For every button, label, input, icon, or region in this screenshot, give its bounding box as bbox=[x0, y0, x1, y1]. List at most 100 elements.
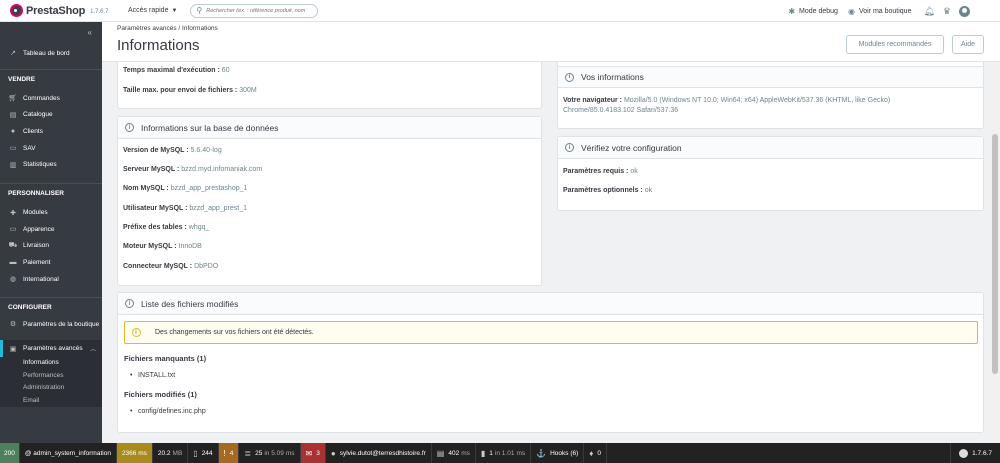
mysql-row: Nom MySQL : bzzd_app_prestashop_1 bbox=[118, 185, 247, 192]
eye-icon: ◉ bbox=[847, 6, 855, 16]
brand-name: PrestaShop bbox=[26, 4, 86, 17]
sidebar-item-label: Tableau de bord bbox=[23, 49, 70, 57]
user-email: sylvie.dutot@terresdhistoire.fr bbox=[339, 449, 426, 457]
sidebar-item-customers[interactable]: ● Clients bbox=[0, 123, 102, 140]
memory-value: 20.2 bbox=[157, 449, 171, 457]
warning-info-icon: i bbox=[131, 328, 141, 337]
sidebar-item-catalog[interactable]: ▤ Catalogue bbox=[0, 106, 102, 123]
quick-access-label: Accès rapide bbox=[128, 7, 169, 14]
hooks-panel[interactable]: ⚓ Hooks (6) bbox=[531, 443, 585, 463]
quick-access-dropdown[interactable]: Accès rapide ▼ bbox=[128, 7, 177, 14]
optional-params-label: Paramètres optionnels : bbox=[563, 187, 643, 194]
sidebar-item-shipping[interactable]: ⛟ Livraison bbox=[0, 237, 102, 254]
queries-unit: ms bbox=[285, 449, 295, 457]
database-icon: ≣ bbox=[244, 448, 252, 458]
sidebar: « ↗ Tableau de bord VENDRE 🛒︎ Commandes … bbox=[0, 22, 102, 443]
mysql-row-label: Moteur MySQL : bbox=[123, 243, 177, 250]
sidebar-item-label: Modules bbox=[23, 209, 48, 216]
chat-icon: ▭ bbox=[9, 145, 17, 152]
debug-mode-link[interactable]: ✱ Mode debug bbox=[788, 7, 838, 16]
sidebar-item-orders[interactable]: 🛒︎ Commandes bbox=[0, 90, 102, 106]
credit-card-icon: ▬ bbox=[9, 259, 17, 266]
user-avatar-icon[interactable] bbox=[959, 5, 970, 17]
route-name[interactable]: @ admin_system_information bbox=[20, 443, 117, 463]
other-panel[interactable]: ♦ 0 bbox=[584, 443, 607, 463]
template-icon: ▤ bbox=[436, 448, 445, 458]
brand-version: 1.7.6.7 bbox=[90, 8, 109, 15]
view-shop-link[interactable]: ◉ Voir ma boutique bbox=[848, 7, 912, 16]
status-code-badge[interactable]: 200 bbox=[0, 443, 20, 463]
exec-time-row: Temps maximal d'exécution : 60 bbox=[118, 67, 230, 74]
collapse-sidebar-icon[interactable]: « bbox=[88, 28, 92, 37]
mysql-row: Préfixe des tables : whgq_ bbox=[118, 224, 209, 231]
sidebar-item-sav[interactable]: ▭ SAV bbox=[0, 140, 102, 156]
breadcrumb[interactable]: Paramètres avancés / Informations bbox=[117, 25, 218, 32]
card-header: i Informations sur la base de données bbox=[118, 117, 541, 139]
scrollbar-thumb[interactable] bbox=[992, 134, 998, 374]
sidebar-item-payment[interactable]: ▬ Paiement bbox=[0, 254, 102, 271]
bug-icon: ✱ bbox=[788, 6, 796, 16]
mysql-row-label: Nom MySQL : bbox=[123, 185, 169, 192]
server-info-card: Temps maximal d'exécution : 60 Taille ma… bbox=[117, 62, 542, 109]
sidebar-subitem-performances[interactable]: Performances bbox=[0, 370, 102, 383]
puzzle-icon: ✚ bbox=[10, 209, 16, 217]
errors-value: 3 bbox=[316, 449, 320, 457]
prestashop-icon bbox=[959, 448, 969, 458]
db-queries[interactable]: ≣ 25 in 5.09 ms bbox=[239, 443, 301, 463]
mysql-row: Version de MySQL : 5.6.40-log bbox=[118, 147, 222, 154]
cache-calls[interactable]: ▮ 1 in 1.01 ms bbox=[476, 443, 532, 463]
card-title: Liste des fichiers modifiés bbox=[141, 298, 239, 309]
info-icon: i bbox=[125, 299, 134, 308]
warnings-count[interactable]: ! 4 bbox=[218, 443, 240, 463]
memory-usage[interactable]: 20.2 MB bbox=[153, 443, 189, 463]
trophy-icon[interactable]: ♛ bbox=[943, 6, 951, 17]
bell-icon: ♦ bbox=[589, 448, 594, 458]
search-box[interactable]: ⚲ bbox=[190, 3, 319, 18]
prestashop-logo[interactable]: PrestaShop 1.7.6.7 bbox=[10, 4, 120, 17]
sidebar-item-international[interactable]: ◍ International bbox=[0, 271, 102, 287]
trending-up-icon: ↗ bbox=[10, 50, 16, 57]
mysql-row-value: bzzd.myd.infomaniak.com bbox=[181, 166, 263, 173]
recommended-modules-button[interactable]: Modules recommandés bbox=[846, 35, 944, 54]
notifications-bell-icon[interactable]: 🔔︎ bbox=[923, 6, 934, 17]
cart-icon: 🛒︎ bbox=[8, 95, 18, 102]
sidebar-item-stats[interactable]: ▥ Statistiques bbox=[0, 156, 102, 173]
card-title: Vérifiez votre configuration bbox=[581, 142, 682, 153]
sidebar-subitem-email[interactable]: Email bbox=[0, 395, 102, 408]
database-info-card: i Informations sur la base de données Ve… bbox=[117, 116, 542, 286]
debug-mode-label: Mode debug bbox=[799, 7, 838, 15]
chevron-up-icon: ︿ bbox=[89, 347, 96, 353]
files-count[interactable]: ▯ 244 bbox=[188, 443, 219, 463]
memory-unit: MB bbox=[172, 449, 183, 457]
upload-size-label: Taille max. pour envoi de fichiers : bbox=[123, 87, 238, 94]
sidebar-subitem-administration[interactable]: Administration bbox=[0, 382, 102, 395]
mysql-row-value: whgq_ bbox=[188, 224, 210, 231]
request-time[interactable]: 2366 ms bbox=[116, 443, 153, 463]
help-button[interactable]: Aide bbox=[952, 35, 984, 54]
prestashop-version-badge[interactable]: 1.7.6.7 bbox=[950, 443, 1000, 463]
search-icon: ⚲ bbox=[196, 6, 203, 15]
sidebar-item-advanced-parameters[interactable]: ▣ Paramètres avancés ︿ bbox=[0, 340, 102, 357]
security-user[interactable]: ● sylvie.dutot@terresdhistoire.fr bbox=[326, 443, 432, 463]
mysql-row-label: Préfixe des tables : bbox=[123, 224, 187, 231]
mysql-row: Utilisateur MySQL : bzzd_app_prest_1 bbox=[118, 205, 247, 212]
sidebar-item-appearance[interactable]: ▭ Apparence bbox=[0, 221, 102, 237]
page-scrollbar[interactable] bbox=[990, 62, 1000, 443]
search-input[interactable] bbox=[206, 7, 317, 14]
sidebar-subitem-informations[interactable]: Informations bbox=[0, 357, 102, 370]
other-value: 0 bbox=[597, 449, 601, 457]
card-header: i Vos informations bbox=[558, 66, 983, 88]
card-header: i Vérifiez votre configuration bbox=[558, 137, 983, 159]
queries-count: 25 bbox=[255, 449, 263, 457]
twig-time[interactable]: ▤ 402 ms bbox=[432, 443, 476, 463]
sidebar-section-customize: PERSONNALISER bbox=[8, 190, 64, 197]
sidebar-item-dashboard[interactable]: ↗ Tableau de bord bbox=[0, 45, 102, 61]
page-header: Paramètres avancés / Informations Inform… bbox=[102, 22, 1000, 62]
sidebar-item-modules[interactable]: ✚ Modules bbox=[0, 204, 102, 221]
list-item: config/defines.inc.php bbox=[130, 408, 206, 415]
sidebar-section-configure: CONFIGURER bbox=[8, 304, 52, 311]
prestashop-version: 1.7.6.7 bbox=[972, 449, 992, 457]
sidebar-item-shop-parameters[interactable]: ⚙ Paramètres de la boutique bbox=[0, 318, 102, 340]
card-title: Informations sur la base de données bbox=[141, 122, 279, 133]
errors-count[interactable]: ✉ 3 bbox=[300, 443, 326, 463]
